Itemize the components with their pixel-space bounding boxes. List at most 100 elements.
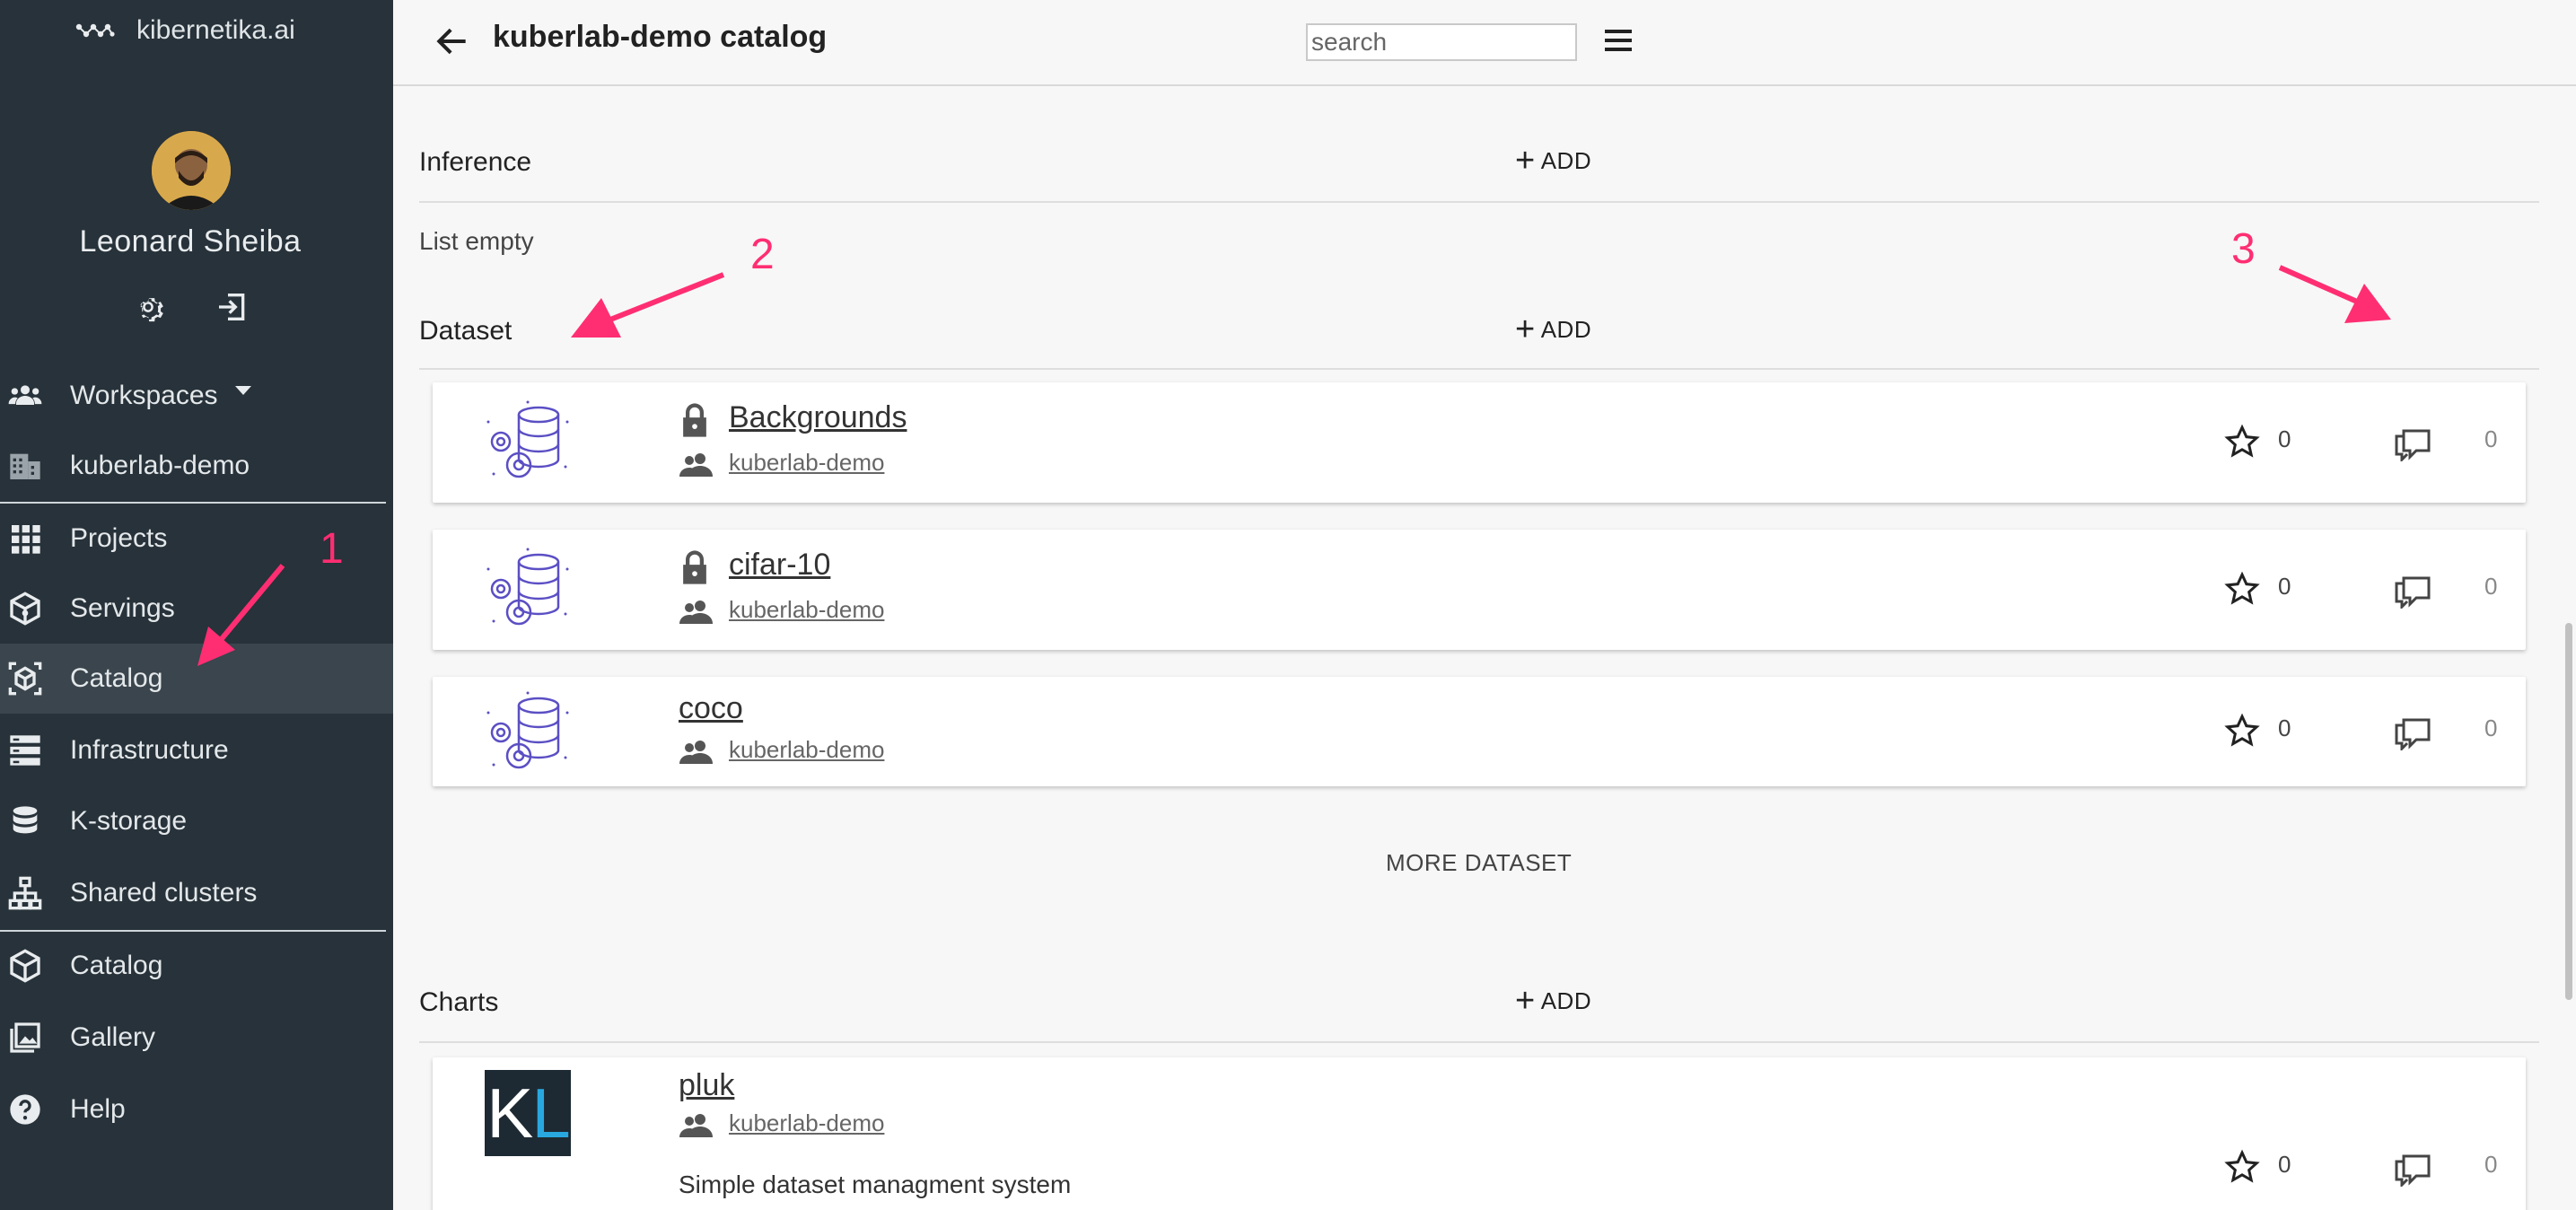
sidebar-item-label: Infrastructure: [70, 735, 229, 765]
comment-count: 0: [2484, 425, 2498, 452]
server-icon: [10, 735, 40, 766]
star-icon[interactable]: [2224, 713, 2260, 749]
plus-icon: +: [1515, 311, 1536, 348]
gallery-icon: [10, 1022, 40, 1053]
star-icon[interactable]: [2224, 424, 2260, 460]
dataset-name-link[interactable]: cifar-10: [729, 548, 830, 583]
group-icon: [679, 741, 713, 764]
annotation-arrow-1: [197, 564, 285, 666]
star-count: 0: [2278, 1151, 2291, 1178]
group-icon: [679, 601, 713, 624]
owner-link[interactable]: kuberlab-demo: [729, 449, 884, 477]
caret-down-icon: [235, 386, 251, 395]
settings-gear-icon[interactable]: [130, 289, 166, 325]
comments-icon[interactable]: [2393, 713, 2432, 750]
cube-gear-icon: [10, 592, 40, 626]
section-divider: [419, 368, 2539, 370]
comment-count: 0: [2484, 1151, 2498, 1178]
brand-name: kibernetika.ai: [136, 15, 295, 45]
sidebar-item-label: Gallery: [70, 1022, 156, 1052]
avatar[interactable]: [152, 131, 231, 210]
star-icon[interactable]: [2224, 1149, 2260, 1185]
search-input[interactable]: [1306, 23, 1577, 61]
annotation-number-1: 1: [320, 525, 344, 573]
sidebar-item-gallery[interactable]: Gallery: [0, 1003, 393, 1073]
owner-link[interactable]: kuberlab-demo: [729, 596, 884, 624]
plus-icon: +: [1515, 142, 1536, 180]
database-icon: [13, 806, 38, 834]
star-count: 0: [2278, 425, 2291, 452]
logo-letter-k: K: [486, 1073, 533, 1153]
add-label: ADD: [1540, 146, 1592, 174]
comments-icon[interactable]: [2393, 571, 2432, 609]
owner-link[interactable]: kuberlab-demo: [729, 736, 884, 764]
sidebar-item-label: Projects: [70, 523, 168, 553]
add-label: ADD: [1540, 315, 1592, 343]
dataset-name-link[interactable]: coco: [679, 691, 743, 726]
add-inference-button[interactable]: + ADD: [1515, 144, 1591, 178]
sidebar-item-help[interactable]: Help: [0, 1074, 393, 1144]
top-bar: kuberlab-demo catalog: [393, 0, 2576, 86]
lock-icon: [683, 550, 706, 584]
dataset-card[interactable]: coco kuberlab-demo 0 0: [433, 677, 2526, 786]
chart-card[interactable]: KL pluk kuberlab-demo Simple dataset man…: [433, 1057, 2526, 1210]
sidebar-item-label: kuberlab-demo: [70, 451, 250, 480]
sidebar-item-label: Shared clusters: [70, 878, 258, 908]
dataset-card[interactable]: cifar-10 kuberlab-demo 0 0: [433, 530, 2526, 650]
section-divider: [419, 1041, 2539, 1043]
star-count: 0: [2278, 715, 2291, 741]
sidebar-item-shared-clusters[interactable]: Shared clusters: [0, 858, 393, 928]
dataset-name-link[interactable]: Backgrounds: [729, 400, 907, 435]
section-title-inference: Inference: [419, 147, 532, 177]
sidebar-item-kuberlab-demo[interactable]: kuberlab-demo: [0, 431, 393, 501]
more-dataset-button[interactable]: MORE DATASET: [1386, 849, 1572, 877]
dataset-card[interactable]: Backgrounds kuberlab-demo 0 0: [433, 382, 2526, 503]
brand[interactable]: kibernetika.ai: [75, 13, 295, 48]
group-icon: [679, 1114, 713, 1137]
annotation-number-3: 3: [2231, 225, 2256, 273]
dataset-gears-icon: [486, 400, 569, 478]
scrollbar[interactable]: [2565, 623, 2572, 1000]
comment-count: 0: [2484, 715, 2498, 741]
sidebar-item-global-catalog[interactable]: Catalog: [0, 931, 393, 1001]
sidebar-item-workspaces[interactable]: Workspaces: [0, 361, 393, 431]
owner-link[interactable]: kuberlab-demo: [729, 1109, 884, 1137]
kl-logo: KL: [485, 1070, 571, 1156]
sidebar-item-k-storage[interactable]: K-storage: [0, 786, 393, 856]
section-divider: [419, 201, 2539, 203]
hamburger-menu-icon[interactable]: [1603, 27, 1634, 54]
annotation-arrow-2: [571, 272, 725, 338]
help-icon: [10, 1094, 40, 1125]
cube-catalog-icon: [8, 662, 42, 696]
grid-icon: [12, 525, 40, 554]
chart-name-link[interactable]: pluk: [679, 1068, 734, 1103]
sidebar-item-infrastructure[interactable]: Infrastructure: [0, 715, 393, 785]
dataset-gears-icon: [486, 548, 569, 626]
back-arrow-icon[interactable]: [433, 22, 472, 61]
page-title: kuberlab-demo catalog: [493, 20, 828, 54]
logo-letter-l: L: [531, 1073, 570, 1153]
logout-icon[interactable]: [215, 289, 250, 325]
avatar-image: [152, 131, 231, 210]
annotation-number-2: 2: [750, 231, 775, 278]
sitemap-icon: [8, 876, 42, 910]
comments-icon[interactable]: [2393, 424, 2432, 461]
star-count: 0: [2278, 573, 2291, 600]
section-title-dataset: Dataset: [419, 316, 513, 346]
comments-icon[interactable]: [2393, 1149, 2432, 1187]
sidebar-item-label: Catalog: [70, 663, 163, 693]
star-icon[interactable]: [2224, 571, 2260, 607]
sidebar-item-label: Catalog: [70, 951, 163, 980]
plus-icon: +: [1515, 982, 1536, 1020]
cube-icon: [10, 949, 40, 983]
section-title-charts: Charts: [419, 987, 499, 1017]
chart-description: Simple dataset managment system: [679, 1171, 1072, 1198]
add-dataset-button[interactable]: + ADD: [1515, 312, 1591, 346]
user-name: Leonard Sheiba: [79, 224, 302, 259]
building-icon: [10, 453, 40, 479]
add-chart-button[interactable]: + ADD: [1515, 984, 1591, 1018]
dataset-gears-icon: [486, 691, 569, 769]
group-icon: [679, 453, 713, 477]
sidebar-item-label: K-storage: [70, 806, 188, 836]
empty-list-text: List empty: [419, 227, 534, 255]
